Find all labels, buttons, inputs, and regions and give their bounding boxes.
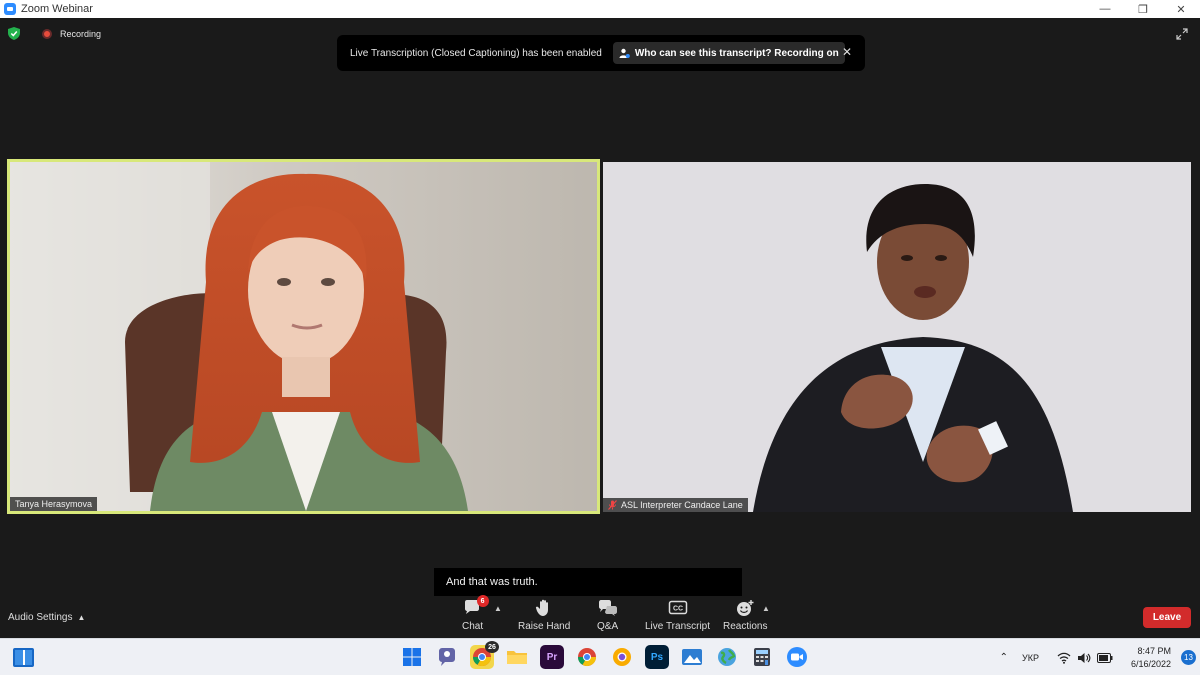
fullscreen-icon[interactable]	[1176, 28, 1188, 40]
qa-icon	[598, 599, 618, 617]
participant-name-tag: Tanya Herasymova	[10, 497, 98, 511]
zoom-taskbar-icon[interactable]	[785, 645, 809, 669]
input-language[interactable]: УКР	[1022, 653, 1039, 663]
system-clock[interactable]: 8:47 PM 6/16/2022	[1131, 645, 1171, 671]
calculator-icon[interactable]	[750, 645, 774, 669]
recording-icon	[42, 28, 52, 39]
minimize-button[interactable]: —	[1086, 0, 1124, 18]
live-transcript-button[interactable]: CC Live Transcript	[645, 599, 710, 632]
interpreter-video	[603, 162, 1191, 512]
chrome-canary-icon[interactable]	[610, 645, 634, 669]
window-controls: — ❐ ✕	[1086, 0, 1200, 18]
smiley-icon	[735, 599, 755, 617]
qa-label: Q&A	[597, 621, 619, 632]
chat-button[interactable]: 6 Chat	[462, 595, 489, 632]
clock-date: 6/16/2022	[1130, 658, 1171, 669]
caption-text: And that was truth.	[446, 576, 538, 588]
transcript-link-label: Who can see this transcript? Recording o…	[634, 47, 839, 59]
chrome-icon[interactable]: 26	[470, 641, 499, 669]
clock-time: 8:47 PM	[1137, 645, 1171, 656]
hand-icon	[534, 599, 554, 617]
person-icon	[619, 48, 630, 58]
speaker-video	[10, 162, 597, 511]
svg-text:CC: CC	[672, 606, 682, 613]
participant-name-tag: ASL Interpreter Candace Lane	[603, 498, 748, 512]
audio-settings-label: Audio Settings	[8, 612, 73, 623]
live-caption: And that was truth.	[434, 568, 742, 596]
window-titlebar: Zoom Webinar — ❐ ✕	[0, 0, 1200, 18]
chrome-badge: 26	[485, 641, 499, 653]
raise-hand-button[interactable]: Raise Hand	[518, 599, 570, 632]
file-explorer-icon[interactable]	[505, 645, 529, 669]
reactions-button[interactable]: Reactions	[723, 599, 767, 632]
os-taskbar: 26 Pr Ps ⌃ УКР 8:47 PM 6/16/2022 13	[0, 638, 1200, 675]
participant-name: Tanya Herasymova	[15, 499, 93, 509]
volume-icon[interactable]	[1077, 652, 1091, 664]
system-tray: ⌃ УКР 8:47 PM 6/16/2022 13	[1000, 639, 1200, 675]
reactions-label: Reactions	[723, 621, 768, 632]
chat-icon: 6	[463, 595, 489, 617]
chevron-up-icon[interactable]: ⌃	[1000, 652, 1008, 663]
battery-icon[interactable]	[1096, 652, 1113, 663]
maps-globe-icon[interactable]	[715, 645, 739, 669]
widgets-icon[interactable]	[13, 648, 34, 667]
banner-message: Live Transcription (Closed Captioning) h…	[350, 47, 602, 59]
video-tile-interpreter[interactable]: ASL Interpreter Candace Lane	[603, 162, 1191, 512]
chat-label: Chat	[462, 621, 484, 632]
live-transcript-label: Live Transcript	[645, 621, 711, 632]
zoom-app-icon	[4, 3, 16, 15]
photos-icon[interactable]	[680, 645, 704, 669]
chevron-up-icon: ▲	[77, 613, 86, 622]
premiere-icon[interactable]: Pr	[540, 645, 564, 669]
wifi-icon[interactable]	[1057, 652, 1071, 664]
taskbar-apps: 26 Pr Ps	[400, 641, 809, 669]
recording-label: Recording	[60, 28, 102, 39]
transcript-visibility-link[interactable]: Who can see this transcript? Recording o…	[612, 42, 845, 64]
chrome-profile-icon[interactable]	[575, 645, 599, 669]
audio-settings-button[interactable]: Audio Settings ▲	[8, 612, 85, 623]
transcription-banner: Live Transcription (Closed Captioning) h…	[337, 35, 865, 71]
banner-close-icon[interactable]: ✕	[842, 45, 852, 59]
qa-button[interactable]: Q&A	[597, 599, 618, 632]
video-tile-speaker[interactable]: Tanya Herasymova	[7, 159, 600, 514]
reactions-options-chevron-icon[interactable]: ▲	[762, 604, 770, 613]
close-button[interactable]: ✕	[1162, 0, 1200, 18]
meeting-status: Recording	[8, 27, 101, 40]
restore-button[interactable]: ❐	[1124, 0, 1162, 18]
window-title: Zoom Webinar	[21, 3, 93, 15]
leave-button[interactable]: Leave	[1143, 607, 1191, 628]
meeting-area: Recording Live Transcription (Closed Cap…	[0, 18, 1200, 638]
closed-caption-icon: CC	[668, 599, 688, 617]
shield-icon[interactable]	[8, 27, 20, 40]
teams-chat-icon[interactable]	[435, 645, 459, 669]
participant-name: ASL Interpreter Candace Lane	[621, 500, 743, 510]
notification-badge[interactable]: 13	[1181, 650, 1196, 665]
photoshop-icon[interactable]: Ps	[645, 645, 669, 669]
start-windows-icon[interactable]	[400, 645, 424, 669]
muted-mic-icon	[608, 500, 617, 510]
meeting-toolbar: Audio Settings ▲ 6 Chat ▲ Raise Hand Q&A…	[0, 595, 1200, 638]
chat-badge: 6	[476, 595, 489, 607]
raise-hand-label: Raise Hand	[518, 621, 571, 632]
chat-options-chevron-icon[interactable]: ▲	[494, 604, 502, 613]
